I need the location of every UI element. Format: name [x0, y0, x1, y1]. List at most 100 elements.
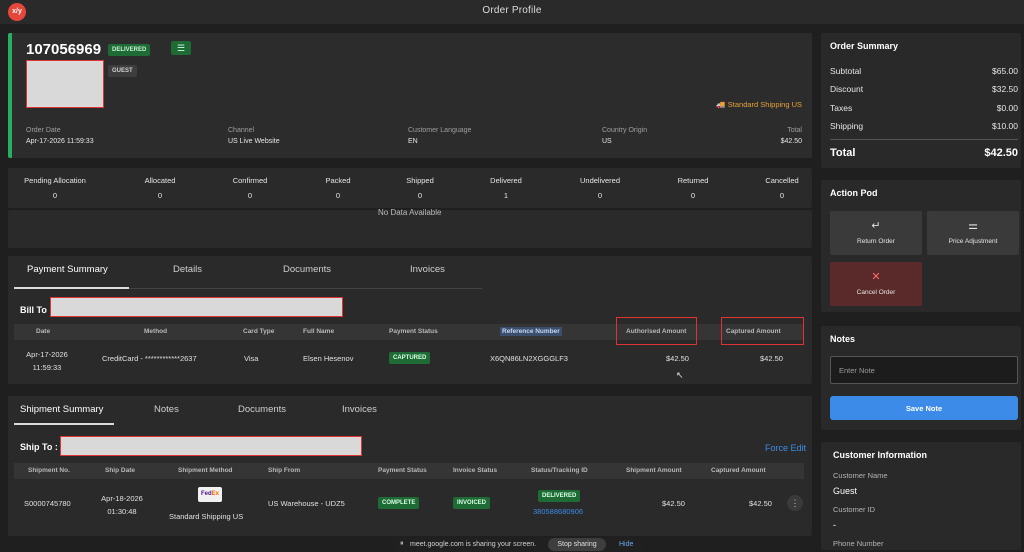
ship-from: US Warehouse - UDZ5 — [268, 499, 345, 508]
ship-date: Apr-18-2026 01:30:48 — [94, 492, 150, 518]
shipping-method-tag: 🚚 Standard Shipping US — [716, 100, 802, 109]
payment-date: Apr-17-2026 11:59:33 — [22, 348, 72, 374]
status-returned: Returned 0 — [648, 176, 738, 200]
tab-shipment-documents[interactable]: Documents — [238, 404, 286, 415]
more-options-icon[interactable]: ⋮ — [787, 495, 803, 511]
shipment-section: Shipment Summary Notes Documents Invoice… — [8, 396, 812, 536]
force-edit-link[interactable]: Force Edit — [765, 443, 806, 453]
status-count: 0 — [417, 191, 423, 200]
tab-invoices[interactable]: Invoices — [410, 264, 445, 275]
country-value: US — [602, 138, 612, 145]
action-pod-card: Action Pod ↵ Return Order ⚌ Price Adjust… — [821, 180, 1021, 312]
status-label: Cancelled — [765, 176, 799, 185]
col-reference-number: Reference Number — [500, 327, 562, 336]
stop-sharing-button[interactable]: Stop sharing — [548, 538, 606, 551]
shipment-table-header: Shipment No. Ship Date Shipment Method S… — [14, 463, 804, 479]
summary-label: Subtotal — [830, 66, 862, 76]
order-number: 107056969 — [26, 41, 102, 58]
notes-card: Notes Save Note — [821, 326, 1021, 430]
tab-shipment-summary[interactable]: Shipment Summary — [20, 404, 103, 415]
bill-to-label: Bill To — [20, 305, 47, 315]
status-shipped: Shipped 0 — [375, 176, 465, 200]
status-label: Delivered — [490, 176, 522, 185]
payment-authorised-amount: $42.50 — [666, 354, 689, 363]
summary-row-total: Total $42.50 — [830, 147, 1018, 159]
order-date-field: Order Date Apr-17-2026 11:59:33 — [26, 127, 94, 145]
customer-info-card: Customer Information Customer Name Guest… — [821, 442, 1021, 550]
status-count: 0 — [597, 191, 603, 200]
payment-full-name: Elsen Hesenov — [303, 354, 354, 363]
summary-row-subtotal: Subtotal $65.00 — [830, 66, 1018, 76]
col-captured-amount: Captured Amount — [711, 467, 766, 474]
status-delivered: Delivered 1 — [461, 176, 551, 200]
fedex-logo-ex: Ex — [211, 491, 219, 497]
highlight-authorised-amount — [616, 317, 697, 345]
customer-type-badge: GUEST — [108, 65, 137, 77]
status-label: Packed — [325, 176, 351, 185]
no-data-text: No Data Available — [378, 208, 442, 217]
payment-captured-amount: $42.50 — [760, 354, 783, 363]
redacted-shipping-address — [60, 436, 362, 456]
note-input[interactable] — [830, 356, 1018, 384]
app-logo[interactable]: x/y — [8, 3, 26, 21]
menu-lines-icon[interactable]: ☰ — [171, 41, 191, 55]
total-label: Total — [787, 127, 802, 134]
status-confirmed: Confirmed 0 — [205, 176, 295, 200]
ship-to-label: Ship To : — [20, 442, 58, 452]
channel-value: US Live Website — [228, 138, 280, 145]
shipment-number: S0000745780 — [24, 499, 71, 508]
language-field: Customer Language EN — [408, 127, 471, 145]
summary-row-taxes: Taxes $0.00 — [830, 103, 1018, 113]
payment-section: Payment Summary Details Documents Invoic… — [8, 256, 812, 384]
redacted-customer-info — [26, 60, 104, 108]
status-count: 0 — [247, 191, 253, 200]
order-status-badge: DELIVERED — [108, 44, 151, 56]
col-tracking-id: Status/Tracking ID — [531, 467, 588, 474]
status-cancelled: Cancelled 0 — [737, 176, 827, 200]
status-label: Undelivered — [579, 176, 621, 185]
hide-share-bar-button[interactable]: Hide — [619, 541, 633, 548]
col-ship-date: Ship Date — [105, 467, 135, 474]
summary-value: $65.00 — [992, 66, 1018, 76]
truck-icon: 🚚 — [716, 100, 726, 109]
reference-header-text: Reference Number — [500, 327, 562, 336]
customer-info-title: Customer Information — [833, 450, 928, 460]
cancel-order-button[interactable]: ✕ Cancel Order — [830, 262, 922, 306]
shipping-method-label: Standard Shipping US — [727, 100, 802, 109]
payment-card-type: Visa — [244, 354, 259, 363]
summary-value: $32.50 — [992, 84, 1018, 94]
status-label: Confirmed — [232, 176, 268, 185]
summary-total-label: Total — [830, 147, 856, 159]
pause-icon: ⏸ — [400, 540, 404, 547]
sliders-icon: ⚌ — [968, 220, 978, 232]
payment-reference: X6QN86LN2XGGGLF3 — [490, 354, 568, 363]
tab-details[interactable]: Details — [173, 264, 202, 275]
status-count: 1 — [503, 191, 509, 200]
tab-payment-summary[interactable]: Payment Summary — [27, 264, 108, 275]
highlight-captured-amount — [721, 317, 804, 345]
customer-id-value: - — [833, 520, 836, 530]
tab-shipment-invoices[interactable]: Invoices — [342, 404, 377, 415]
payment-method: CreditCard - ************2637 — [102, 354, 197, 363]
payment-date-time: 11:59:33 — [32, 363, 62, 372]
return-order-button[interactable]: ↵ Return Order — [830, 211, 922, 255]
tab-notes[interactable]: Notes — [154, 404, 179, 415]
save-note-button[interactable]: Save Note — [830, 396, 1018, 420]
tracking-id-link[interactable]: 380588680906 — [533, 507, 583, 516]
window-title: Order Profile — [482, 5, 542, 16]
shipment-amount: $42.50 — [662, 499, 685, 508]
price-adjustment-button[interactable]: ⚌ Price Adjustment — [927, 211, 1019, 255]
action-pod-title: Action Pod — [830, 188, 878, 198]
order-date-value: Apr-17-2026 11:59:33 — [26, 138, 94, 145]
shipment-captured-amount: $42.50 — [749, 499, 772, 508]
status-counts-row: Pending Allocation 0 Allocated 0 Confirm… — [8, 168, 812, 208]
status-pending-allocation: Pending Allocation 0 — [10, 176, 100, 200]
col-method: Method — [144, 328, 168, 335]
tab-documents[interactable]: Documents — [283, 264, 331, 275]
col-shipment-no: Shipment No. — [28, 467, 70, 474]
summary-row-shipping: Shipping $10.00 — [830, 121, 1018, 131]
invoice-status-badge: INVOICED — [453, 497, 491, 509]
fedex-logo-fed: Fed — [200, 491, 212, 497]
channel-field: Channel US Live Website — [228, 127, 280, 145]
summary-row-discount: Discount $32.50 — [830, 84, 1018, 94]
